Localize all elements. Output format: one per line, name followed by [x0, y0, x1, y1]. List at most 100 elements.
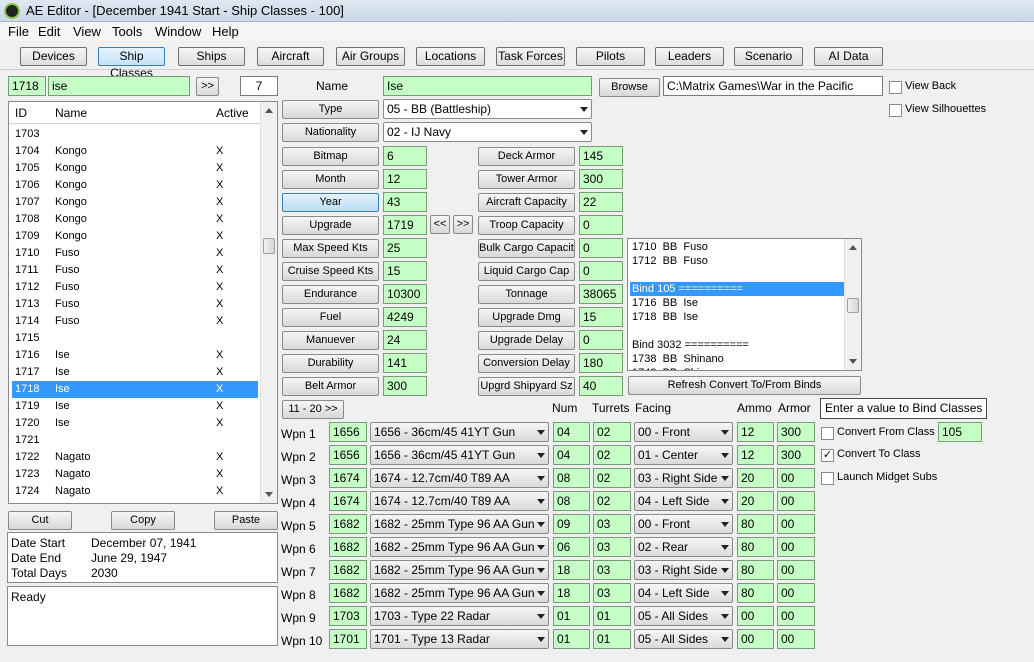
upgrade-next-button[interactable]: >>: [453, 215, 473, 234]
weapon-ammo-input[interactable]: 12: [737, 445, 774, 465]
weapon-armor-input[interactable]: 00: [777, 560, 815, 580]
list-item[interactable]: 1709 Kongo X: [12, 228, 258, 245]
field-input-fuel[interactable]: 4249: [383, 307, 427, 327]
list-item[interactable]: 1704 Kongo X: [12, 143, 258, 160]
field-button-upgrade[interactable]: Upgrade: [282, 216, 379, 235]
image-path-field[interactable]: C:\Matrix Games\War in the Pacific: [663, 76, 883, 96]
weapon-turrets-input[interactable]: 01: [593, 606, 631, 626]
weapon-id-input[interactable]: 1682: [329, 514, 367, 534]
weapon-num-input[interactable]: 18: [553, 560, 590, 580]
binds-scroll-up-icon[interactable]: [849, 245, 857, 250]
list-item[interactable]: 1715: [12, 330, 258, 347]
field-input-endurance[interactable]: 10300: [383, 284, 427, 304]
field-input-upgrade-dmg[interactable]: 15: [579, 307, 623, 327]
weapon-id-input[interactable]: 1656: [329, 422, 367, 442]
weapon-facing-select[interactable]: 03 - Right Side: [634, 468, 733, 488]
weapon-num-input[interactable]: 01: [553, 606, 590, 626]
field-button-bitmap[interactable]: Bitmap: [282, 147, 379, 166]
tab-locations[interactable]: Locations: [416, 47, 485, 66]
weapon-turrets-input[interactable]: 03: [593, 560, 631, 580]
weapon-ammo-input[interactable]: 12: [737, 422, 774, 442]
field-button-cruise-speed-kts[interactable]: Cruise Speed Kts: [282, 262, 379, 281]
field-input-bitmap[interactable]: 6: [383, 146, 427, 166]
view-silhouettes-checkbox[interactable]: [889, 104, 902, 117]
weapon-turrets-input[interactable]: 03: [593, 583, 631, 603]
field-input-year[interactable]: 43: [383, 192, 427, 212]
binds-scrollbar[interactable]: [844, 239, 861, 370]
weapon-facing-select[interactable]: 00 - Front: [634, 514, 733, 534]
bind-line[interactable]: 1710 BB Fuso: [630, 240, 846, 254]
ship-class-list[interactable]: ID Name Active 1703 1704 Kongo X 1705 Kongo X 1…: [8, 101, 278, 504]
list-item[interactable]: 1706 Kongo X: [12, 177, 258, 194]
paste-button[interactable]: Paste: [214, 511, 278, 530]
refresh-binds-button[interactable]: Refresh Convert To/From Binds: [628, 376, 861, 395]
weapon-num-input[interactable]: 09: [553, 514, 590, 534]
weapon-facing-select[interactable]: 03 - Right Side: [634, 560, 733, 580]
weapons-page-button[interactable]: 11 - 20 >>: [282, 400, 344, 419]
binds-scroll-down-icon[interactable]: [849, 359, 857, 364]
weapon-device-select[interactable]: 1703 - Type 22 Radar: [370, 606, 549, 626]
field-button-deck-armor[interactable]: Deck Armor: [478, 147, 575, 166]
weapon-id-input[interactable]: 1674: [329, 491, 367, 511]
name-input[interactable]: Ise: [383, 76, 592, 96]
browse-button[interactable]: Browse: [599, 78, 660, 97]
list-item[interactable]: 1717 Ise X: [12, 364, 258, 381]
tab-aircraft[interactable]: Aircraft: [257, 47, 324, 66]
weapon-facing-select[interactable]: 04 - Left Side: [634, 491, 733, 511]
tab-task-forces[interactable]: Task Forces: [496, 47, 565, 66]
upgrade-prev-button[interactable]: <<: [430, 215, 450, 234]
scroll-thumb[interactable]: [263, 238, 275, 254]
field-input-manuever[interactable]: 24: [383, 330, 427, 350]
convert-from-input[interactable]: 105: [938, 422, 982, 442]
type-select[interactable]: 05 - BB (Battleship): [383, 99, 592, 119]
field-input-aircraft-capacity[interactable]: 22: [579, 192, 623, 212]
field-input-tower-armor[interactable]: 300: [579, 169, 623, 189]
bind-line[interactable]: [630, 324, 846, 338]
weapon-id-input[interactable]: 1682: [329, 537, 367, 557]
nationality-button[interactable]: Nationality: [282, 123, 379, 142]
weapon-num-input[interactable]: 08: [553, 468, 590, 488]
field-button-year[interactable]: Year: [282, 193, 379, 212]
weapon-facing-select[interactable]: 02 - Rear: [634, 537, 733, 557]
convert-from-checkbox[interactable]: [821, 427, 834, 440]
field-input-belt-armor[interactable]: 300: [383, 376, 427, 396]
bind-line[interactable]: Bind 105 ==========: [630, 282, 846, 296]
list-item[interactable]: 1711 Fuso X: [12, 262, 258, 279]
search-next-button[interactable]: >>: [196, 77, 219, 96]
view-back-checkbox[interactable]: [889, 81, 902, 94]
bind-line[interactable]: 1738 BB Shinano: [630, 352, 846, 366]
list-item[interactable]: 1716 Ise X: [12, 347, 258, 364]
list-item[interactable]: 1721: [12, 432, 258, 449]
list-item[interactable]: 1708 Kongo X: [12, 211, 258, 228]
menu-view[interactable]: View: [73, 24, 101, 39]
weapon-facing-select[interactable]: 05 - All Sides: [634, 606, 733, 626]
weapon-id-input[interactable]: 1682: [329, 560, 367, 580]
copy-button[interactable]: Copy: [111, 511, 175, 530]
list-item[interactable]: 1722 Nagato X: [12, 449, 258, 466]
field-button-aircraft-capacity[interactable]: Aircraft Capacity: [478, 193, 575, 212]
weapon-ammo-input[interactable]: 80: [737, 583, 774, 603]
field-input-max-speed-kts[interactable]: 25: [383, 238, 427, 258]
binds-list[interactable]: 1710 BB Fuso 1712 BB Fuso Bind 105 =======…: [627, 238, 862, 371]
list-item[interactable]: 1724 Nagato X: [12, 483, 258, 500]
field-input-upgrade[interactable]: 1719: [383, 215, 427, 235]
weapon-ammo-input[interactable]: 80: [737, 560, 774, 580]
convert-to-checkbox[interactable]: ✓: [821, 449, 834, 462]
tab-ship-classes[interactable]: Ship Classes: [98, 47, 165, 80]
weapon-turrets-input[interactable]: 02: [593, 422, 631, 442]
list-item[interactable]: 1718 Ise X: [12, 381, 258, 398]
field-input-upgrd-shipyard-sz[interactable]: 40: [579, 376, 623, 396]
bind-line[interactable]: 1716 BB Ise: [630, 296, 846, 310]
type-button[interactable]: Type: [282, 100, 379, 119]
field-button-fuel[interactable]: Fuel: [282, 308, 379, 327]
tab-ai-data[interactable]: AI Data: [814, 47, 883, 66]
field-button-upgrd-shipyard-sz[interactable]: Upgrd Shipyard Sz: [478, 377, 575, 396]
weapon-armor-input[interactable]: 00: [777, 537, 815, 557]
weapon-facing-select[interactable]: 00 - Front: [634, 422, 733, 442]
weapon-device-select[interactable]: 1701 - Type 13 Radar: [370, 629, 549, 649]
weapon-ammo-input[interactable]: 00: [737, 606, 774, 626]
menu-help[interactable]: Help: [212, 24, 239, 39]
weapon-device-select[interactable]: 1656 - 36cm/45 41YT Gun: [370, 422, 549, 442]
weapon-num-input[interactable]: 04: [553, 422, 590, 442]
field-button-upgrade-delay[interactable]: Upgrade Delay: [478, 331, 575, 350]
